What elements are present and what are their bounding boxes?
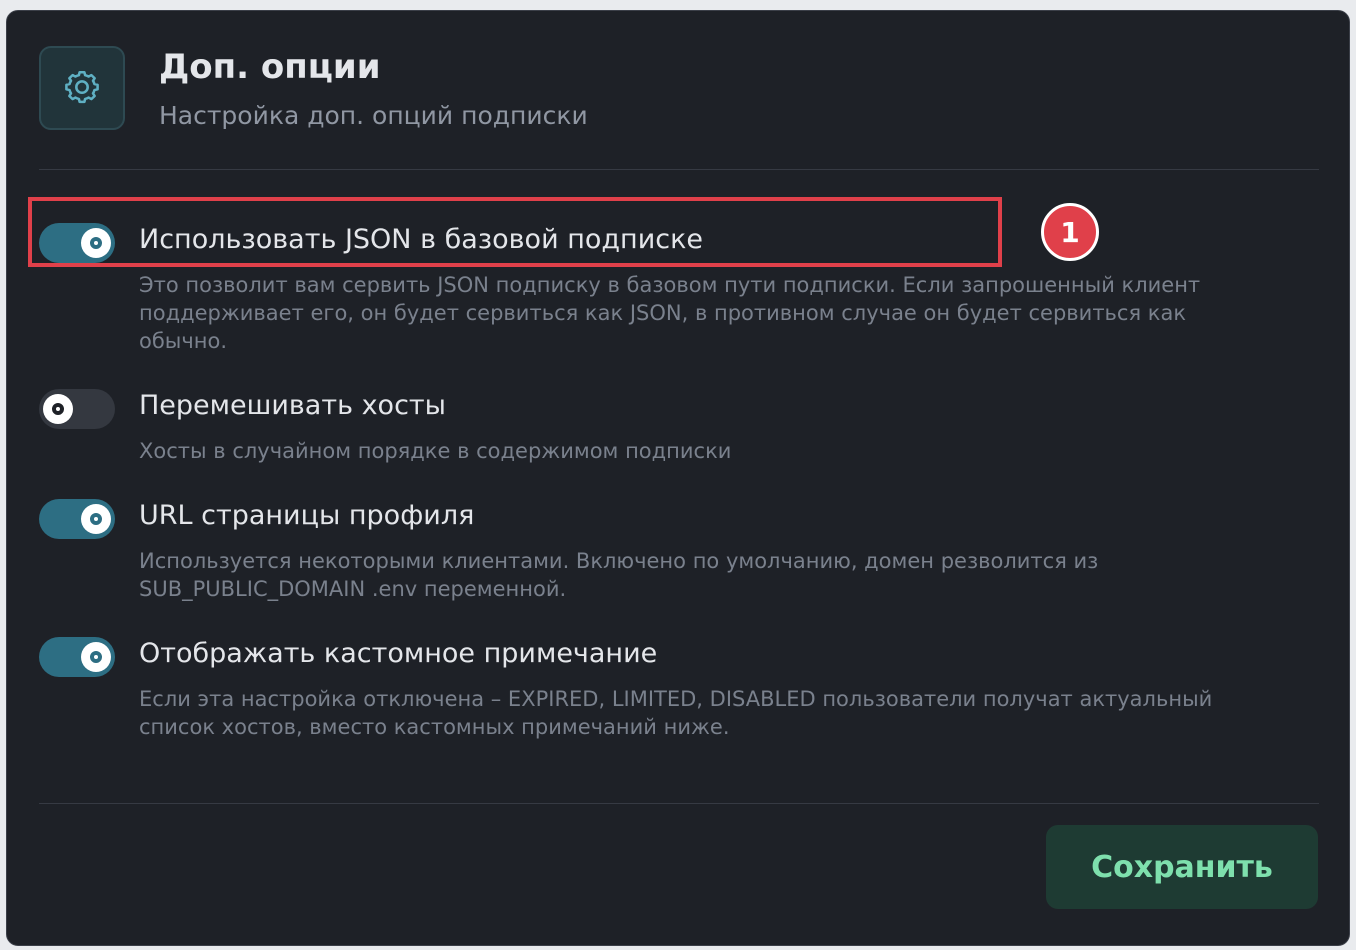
annotation-marker: 1	[1041, 203, 1099, 261]
option-label: URL страницы профиля	[139, 500, 475, 531]
toggle-profile-page-url[interactable]	[39, 499, 115, 539]
header-divider	[39, 169, 1319, 170]
save-button[interactable]: Сохранить	[1046, 825, 1318, 909]
toggle-knob	[43, 394, 73, 424]
header-icon-box	[39, 46, 125, 130]
footer-divider	[39, 803, 1319, 804]
page-subtitle: Настройка доп. опций подписки	[159, 101, 588, 130]
option-description: Это позволит вам сервить JSON подписку в…	[139, 273, 1201, 353]
gear-icon	[65, 71, 99, 104]
option-description: Хосты в случайном порядке в содержимом п…	[139, 439, 732, 463]
option-description: Используется некоторыми клиентами. Включ…	[139, 549, 1099, 601]
toggle-knob	[81, 504, 111, 534]
toggle-knob	[81, 228, 111, 258]
option-label: Использовать JSON в базовой подписке	[139, 224, 704, 255]
page-title: Доп. опции	[159, 47, 381, 87]
option-label: Отображать кастомное примечание	[139, 638, 658, 669]
toggle-json-base-subscription[interactable]	[39, 223, 115, 263]
toggle-knob	[81, 642, 111, 672]
toggle-shuffle-hosts[interactable]	[39, 389, 115, 429]
additional-options-panel: Доп. опции Настройка доп. опций подписки…	[6, 10, 1350, 946]
option-label: Перемешивать хосты	[139, 390, 446, 421]
toggle-custom-remark[interactable]	[39, 637, 115, 677]
option-description: Если эта настройка отключена – EXPIRED, …	[139, 687, 1213, 739]
